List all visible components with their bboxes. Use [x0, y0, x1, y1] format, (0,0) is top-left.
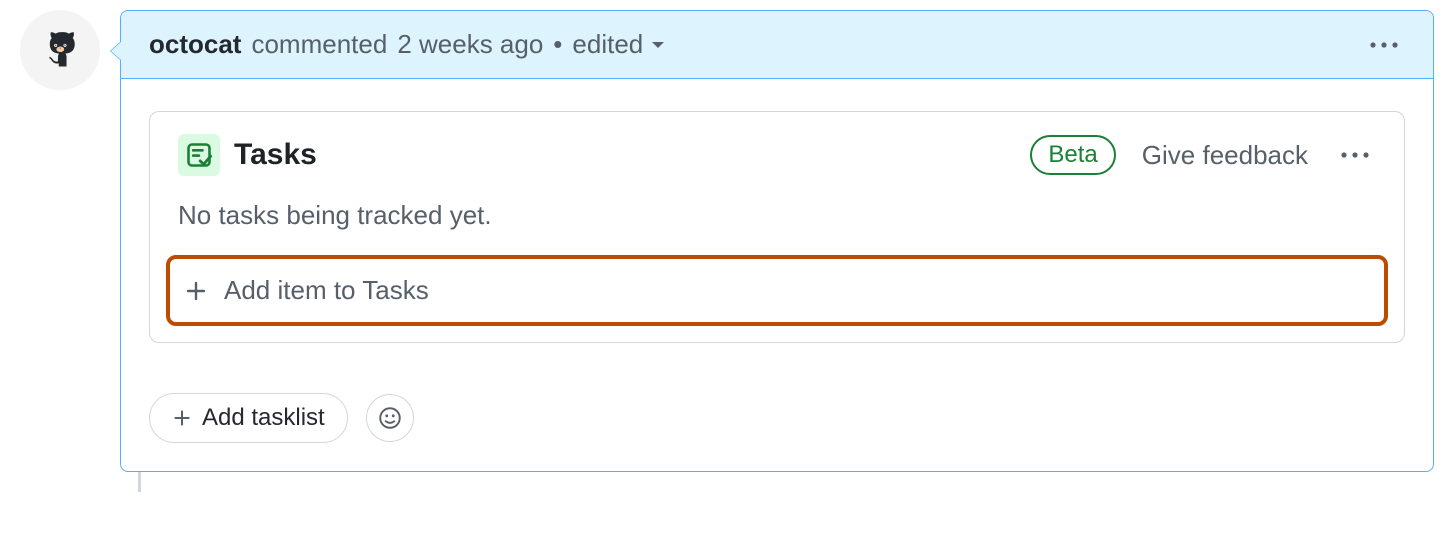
plus-icon: [172, 408, 192, 428]
tasklist-icon: [185, 141, 213, 169]
comment-body: Tasks Beta Give feedback: [121, 79, 1433, 471]
kebab-horizontal-icon: [1369, 40, 1399, 50]
caret-down-icon: [651, 40, 665, 50]
tasks-header-actions: Beta Give feedback: [1030, 135, 1376, 175]
add-item-row[interactable]: Add item to Tasks: [166, 255, 1388, 326]
add-reaction-button[interactable]: [366, 394, 414, 442]
plus-icon: [184, 279, 208, 303]
kebab-horizontal-icon: [1340, 150, 1370, 160]
beta-badge: Beta: [1030, 135, 1115, 175]
separator-dot: •: [553, 29, 562, 60]
comment-box: octocat commented 2 weeks ago • edited: [120, 10, 1434, 472]
tasks-title: Tasks: [234, 138, 317, 172]
add-tasklist-button[interactable]: Add tasklist: [149, 393, 348, 443]
edited-dropdown[interactable]: edited: [572, 29, 665, 60]
comment-timestamp: 2 weeks ago: [397, 29, 543, 60]
feedback-link[interactable]: Give feedback: [1142, 140, 1308, 171]
comment-container: octocat commented 2 weeks ago • edited: [20, 10, 1434, 472]
comment-menu-button[interactable]: [1363, 34, 1405, 56]
comment-action: commented: [251, 29, 387, 60]
comment-header: octocat commented 2 weeks ago • edited: [121, 11, 1433, 79]
tasklist-icon-wrap: [178, 134, 220, 176]
comment-footer-actions: Add tasklist: [149, 393, 1405, 443]
octocat-icon: [30, 20, 90, 80]
add-item-label: Add item to Tasks: [224, 275, 429, 306]
tasks-title-group: Tasks: [178, 134, 317, 176]
tasks-panel: Tasks Beta Give feedback: [149, 111, 1405, 343]
tasks-header: Tasks Beta Give feedback: [150, 112, 1404, 186]
add-tasklist-label: Add tasklist: [202, 404, 325, 432]
comment-arrow: [110, 41, 121, 61]
edited-label: edited: [572, 29, 643, 60]
smiley-icon: [377, 405, 403, 431]
tasks-empty-state: No tasks being tracked yet.: [150, 186, 1404, 255]
author-username[interactable]: octocat: [149, 29, 241, 60]
tasks-menu-button[interactable]: [1334, 144, 1376, 166]
comment-header-meta: octocat commented 2 weeks ago • edited: [149, 29, 665, 60]
author-avatar[interactable]: [20, 10, 100, 90]
timeline-connector: [138, 472, 141, 492]
